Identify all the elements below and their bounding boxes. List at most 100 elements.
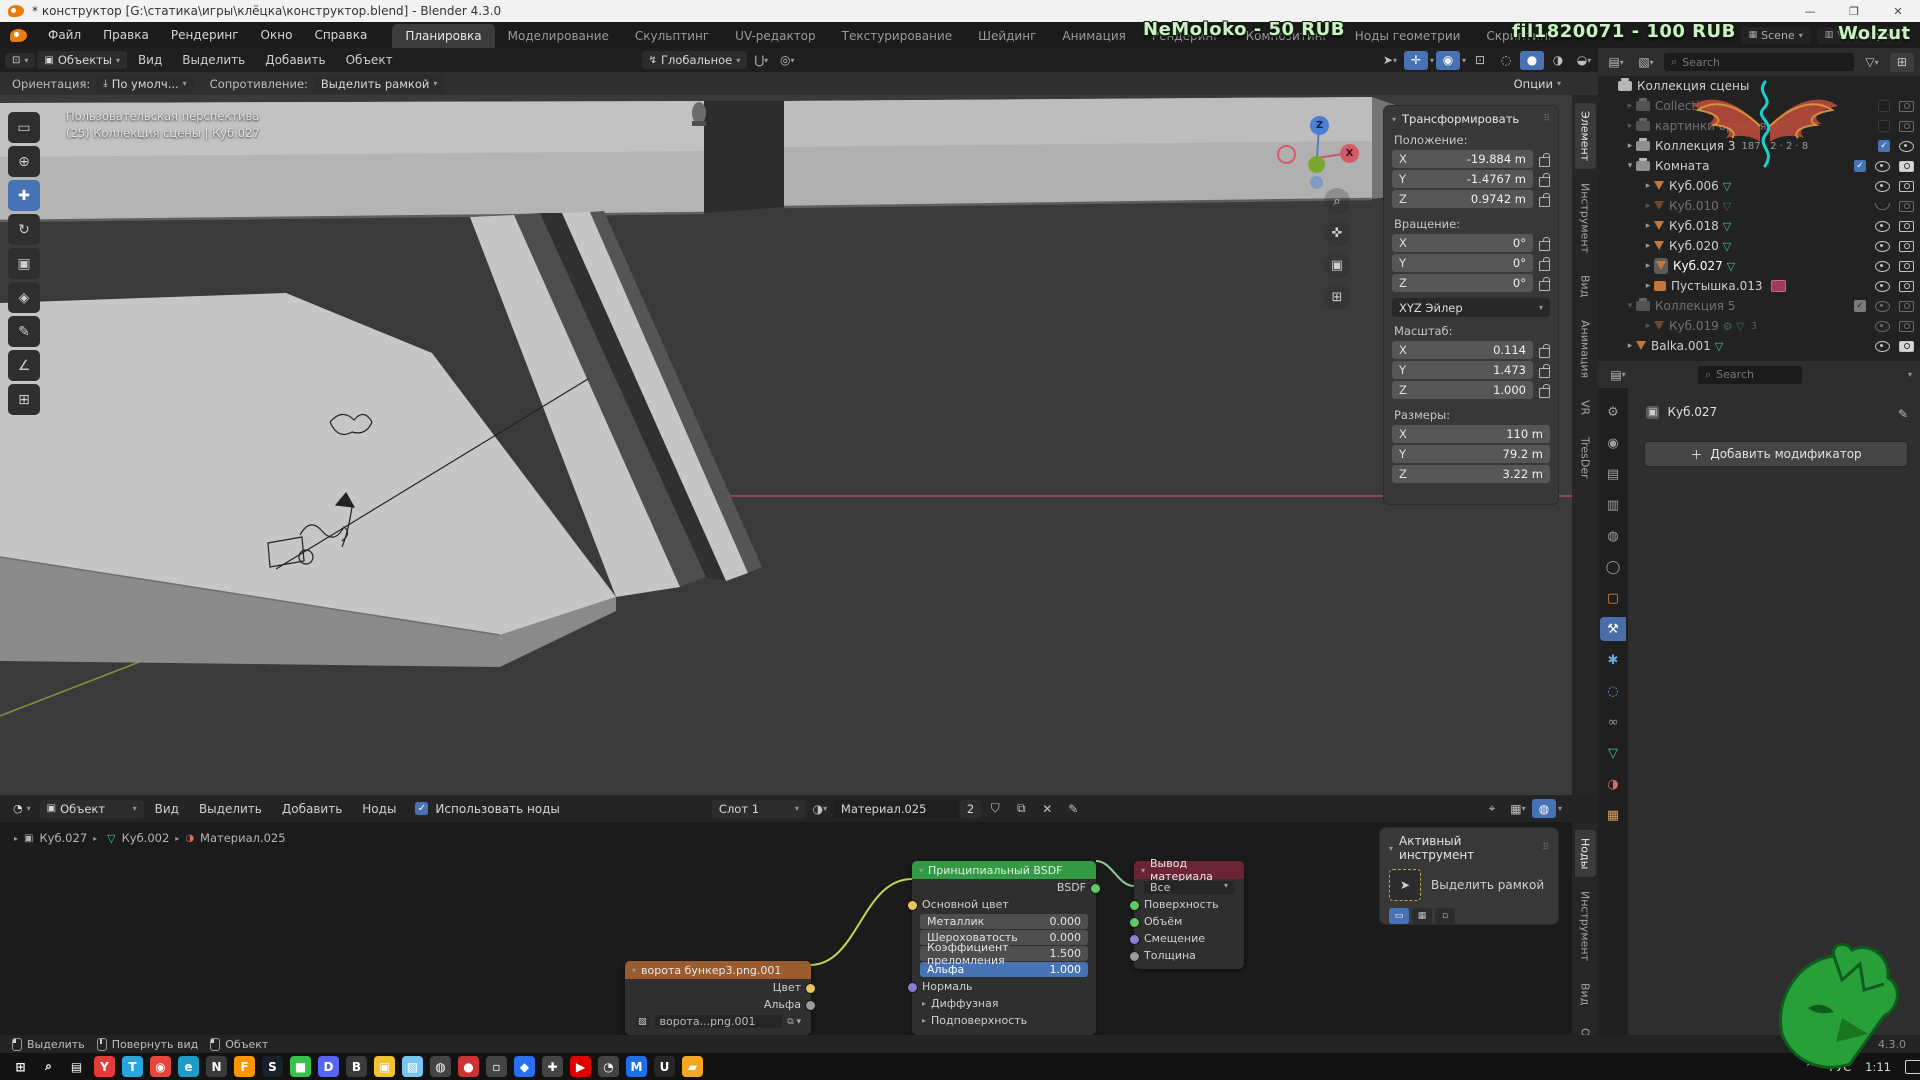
- normal-socket[interactable]: [907, 982, 918, 993]
- app-icon[interactable]: M: [626, 1056, 647, 1077]
- tab-tool[interactable]: ⚙: [1600, 400, 1626, 424]
- location-z-field[interactable]: Z0.9742 m: [1392, 190, 1533, 208]
- annotate-tool[interactable]: ✎: [8, 316, 40, 347]
- workspace-tab-Анимация[interactable]: Анимация: [1049, 24, 1138, 48]
- workspace-tab-UV-редактор[interactable]: UV-редактор: [722, 24, 828, 48]
- app-photos[interactable]: ▧: [402, 1056, 423, 1077]
- disable-render-camera-icon[interactable]: [1899, 221, 1914, 232]
- tab-texture[interactable]: ▦: [1600, 803, 1626, 827]
- panel-drag-handle[interactable]: ⠿: [1542, 843, 1549, 853]
- shader-tab-Инструмент[interactable]: Инструмент: [1575, 883, 1596, 969]
- hide-viewport-eye-icon[interactable]: [1875, 261, 1890, 272]
- tab-physics[interactable]: ◌: [1600, 679, 1626, 703]
- disable-render-camera-icon[interactable]: [1899, 101, 1914, 112]
- bsdf-param-Альфа[interactable]: Альфа1.000: [920, 962, 1088, 977]
- shader-tab-Опц[interactable]: Опц: [1575, 1020, 1596, 1035]
- viewport-menu-object[interactable]: Объект: [337, 53, 402, 67]
- lock-icon[interactable]: [1539, 348, 1550, 358]
- viewport-menu-add[interactable]: Добавить: [256, 53, 334, 67]
- tab-world[interactable]: ◯: [1600, 555, 1626, 579]
- diffuse-section[interactable]: Диффузная: [931, 997, 998, 1010]
- grid-ortho-icon[interactable]: ⊞: [1324, 284, 1350, 310]
- xray-toggle[interactable]: ⊡: [1468, 51, 1492, 70]
- input-socket[interactable]: [1129, 900, 1140, 911]
- tab-constraints[interactable]: ∞: [1600, 710, 1626, 734]
- outliner-row-Коллекция 5[interactable]: ▾Коллекция 5✓: [1598, 296, 1920, 316]
- menu-edit[interactable]: Правка: [92, 22, 160, 48]
- outliner-search-input[interactable]: ⌕Search: [1664, 53, 1854, 71]
- select-mode-subtract[interactable]: ▫: [1435, 908, 1455, 924]
- outliner-filter-icon[interactable]: ▧▾: [1634, 53, 1658, 72]
- base-color-socket[interactable]: [907, 900, 918, 911]
- maximize-button[interactable]: ❐: [1832, 0, 1876, 22]
- gizmo-x-neg-axis[interactable]: [1277, 145, 1296, 164]
- lock-icon[interactable]: [1539, 241, 1550, 251]
- image-ops-icons[interactable]: ⧉ ▾: [787, 1017, 801, 1027]
- shading-solid-button[interactable]: ●: [1520, 51, 1544, 70]
- exclude-checkbox[interactable]: ✓: [1878, 100, 1890, 112]
- shader-tab-Вид[interactable]: Вид: [1575, 975, 1596, 1013]
- input-socket[interactable]: [1129, 917, 1140, 928]
- input-socket[interactable]: [1129, 934, 1140, 945]
- search-icon[interactable]: ⌕: [38, 1056, 59, 1077]
- hide-viewport-eye-icon[interactable]: [1875, 321, 1890, 332]
- add-modifier-button[interactable]: ＋ Добавить модификатор: [1644, 441, 1908, 467]
- exclude-checkbox[interactable]: ✓: [1878, 140, 1890, 152]
- rotation-z-field[interactable]: Z0°: [1392, 274, 1533, 292]
- app-icon[interactable]: ◔: [598, 1056, 619, 1077]
- menu-file[interactable]: Файл: [37, 22, 92, 48]
- viewport-tab-Инструмент[interactable]: Инструмент: [1575, 175, 1596, 261]
- scale-x-field[interactable]: X0.114: [1392, 341, 1533, 359]
- viewport-tab-VR[interactable]: VR: [1575, 392, 1596, 423]
- scale-y-field[interactable]: Y1.473: [1392, 361, 1533, 379]
- selectability-dropdown[interactable]: ➤▾: [1378, 51, 1402, 70]
- start-button[interactable]: ⊞: [10, 1056, 31, 1077]
- lock-icon[interactable]: [1539, 261, 1550, 271]
- active-tool-title[interactable]: Активный инструмент: [1399, 834, 1530, 862]
- outliner-row-Пустышка.013[interactable]: ▸Пустышка.013: [1598, 276, 1920, 296]
- panel-drag-handle[interactable]: ⠿: [1543, 114, 1550, 124]
- principled-bsdf-node[interactable]: ▾Принципиальный BSDF BSDF Основной цвет …: [912, 861, 1096, 1035]
- close-button[interactable]: ✕: [1876, 0, 1920, 22]
- app-discord[interactable]: D: [318, 1056, 339, 1077]
- disable-render-camera-icon[interactable]: [1899, 261, 1914, 272]
- app-icon[interactable]: U: [654, 1056, 675, 1077]
- disable-render-camera-icon[interactable]: [1899, 181, 1914, 192]
- tab-material[interactable]: ◑: [1600, 772, 1626, 796]
- menu-render[interactable]: Рендеринг: [160, 22, 250, 48]
- file-explorer-icon[interactable]: ▣: [374, 1056, 395, 1077]
- rotate-tool[interactable]: ↻: [8, 214, 40, 245]
- hide-viewport-eye-icon[interactable]: [1875, 281, 1890, 292]
- overlays-toggle[interactable]: ◉: [1436, 51, 1460, 70]
- scene-selector[interactable]: ▦Scene▾: [1741, 27, 1811, 44]
- tab-output[interactable]: ▤: [1600, 462, 1626, 486]
- task-view-icon[interactable]: ▤: [66, 1056, 87, 1077]
- properties-options-dropdown[interactable]: ▾: [1908, 370, 1912, 379]
- proportional-edit-toggle[interactable]: ◎▾: [775, 51, 799, 70]
- tab-data[interactable]: ▽: [1600, 741, 1626, 765]
- gizmo-z-neg-axis[interactable]: [1310, 176, 1323, 189]
- viewport-tab-Анимация[interactable]: Анимация: [1575, 312, 1596, 386]
- workspace-tab-Шейдинг[interactable]: Шейдинг: [965, 24, 1049, 48]
- hide-viewport-eye-icon[interactable]: [1899, 141, 1914, 152]
- exclude-checkbox[interactable]: ✓: [1854, 300, 1866, 312]
- outliner-row-Куб.027[interactable]: ▸Куб.027▽: [1598, 256, 1920, 276]
- outliner-funnel-filter[interactable]: ▽▾: [1860, 53, 1884, 72]
- properties-editor-type-icon[interactable]: ▤▾: [1606, 365, 1630, 384]
- workspace-tab-Моделирование[interactable]: Моделирование: [495, 24, 622, 48]
- rotation-y-field[interactable]: Y0°: [1392, 254, 1533, 272]
- cursor-tool[interactable]: ⊕: [8, 146, 40, 177]
- outliner-display-mode-dropdown[interactable]: ▤▾: [1604, 53, 1628, 72]
- app-edge[interactable]: e: [178, 1056, 199, 1077]
- tab-scene[interactable]: ◍: [1600, 524, 1626, 548]
- disable-render-camera-icon[interactable]: [1899, 121, 1914, 132]
- workspace-tab-Ноды геометрии[interactable]: Ноды геометрии: [1342, 24, 1474, 48]
- gizmos-toggle[interactable]: ✛: [1404, 51, 1428, 70]
- blender-menu-icon[interactable]: [10, 29, 27, 42]
- lock-icon[interactable]: [1539, 177, 1550, 187]
- viewport-tab-TresDer[interactable]: TresDer: [1575, 429, 1596, 487]
- app-steam[interactable]: S: [262, 1056, 283, 1077]
- scale-z-field[interactable]: Z1.000: [1392, 381, 1533, 399]
- material-output-node[interactable]: ▾Вывод материала Все▾ ПоверхностьОбъёмСм…: [1134, 861, 1244, 969]
- app-icon[interactable]: ▫: [486, 1056, 507, 1077]
